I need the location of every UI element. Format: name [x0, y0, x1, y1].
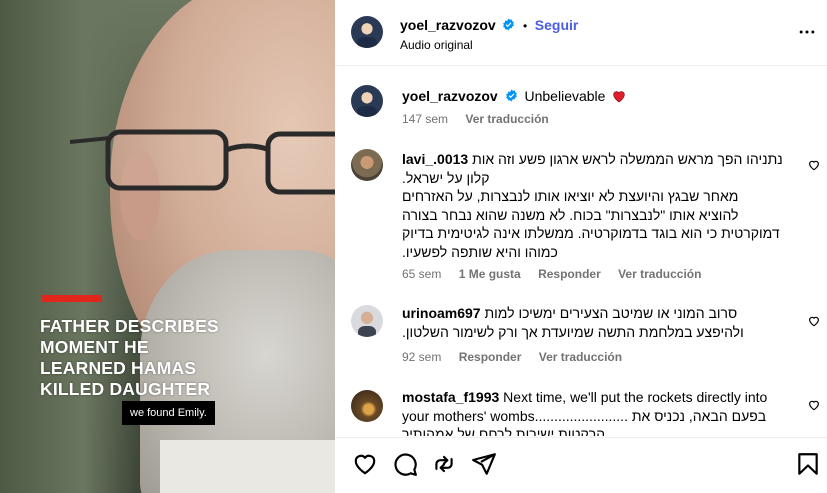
comment-line: סרוב המוני או שמיטב הצעירים ימשיכו למות	[484, 305, 738, 321]
header-separator: •	[522, 19, 528, 33]
glasses	[70, 129, 335, 195]
follow-button[interactable]: Seguir	[535, 17, 579, 33]
audio-label[interactable]: Audio original	[400, 38, 473, 52]
comment-like-icon[interactable]	[807, 314, 821, 328]
bookmark-icon[interactable]	[795, 451, 821, 477]
comment-line: להוציא אותו "לנבצרות" בכוח. לא משנה שהוא…	[402, 206, 739, 223]
red-heart-icon	[613, 91, 626, 103]
comment-time: 92 sem	[402, 350, 442, 364]
video-caption: we found Emily.	[122, 401, 215, 425]
comment-line: Next time, we'll put the rockets directl…	[503, 389, 768, 405]
headline-line: KILLED DAUGHTER	[40, 379, 211, 399]
post-action-bar	[335, 437, 827, 493]
comment-body: urinoam697 סרוב המוני או שמיטב הצעירים י…	[402, 304, 792, 341]
comment-line: הרקטות ישירות לרחם של אמהותיך	[402, 426, 606, 436]
post-header: yoel_razvozov • Seguir Audio original	[335, 0, 827, 66]
comment-like-icon[interactable]	[807, 398, 821, 412]
comment-item: urinoam697 סרוב המוני או שמיטב הצעירים י…	[335, 304, 827, 374]
reply-button[interactable]: Responder	[459, 350, 522, 364]
comment-body: mostafa_f1993 Next time, we'll put the r…	[402, 388, 792, 436]
comment-line: קלון על ישראל.	[402, 169, 490, 186]
more-horizontal-icon[interactable]	[797, 22, 817, 42]
reply-button[interactable]: Responder	[538, 267, 601, 281]
repost-icon[interactable]	[431, 451, 457, 477]
comment-meta: 65 sem 1 Me gusta Responder Ver traducci…	[402, 267, 715, 281]
caption-text: Unbelievable	[524, 88, 606, 104]
headline-line: MOMENT HE	[40, 337, 149, 357]
share-icon[interactable]	[471, 451, 497, 477]
author-username[interactable]: yoel_razvozov	[400, 17, 496, 33]
caption-meta: 147 sem Ver traducción	[402, 112, 563, 126]
comment-icon[interactable]	[392, 451, 418, 477]
comment-username[interactable]: urinoam697	[402, 305, 481, 321]
caption-author-avatar[interactable]	[351, 85, 383, 117]
comment-meta: 92 sem Responder Ver traducción	[402, 350, 636, 364]
post-panel: yoel_razvozov • Seguir Audio original yo…	[335, 0, 827, 493]
comment-avatar[interactable]	[351, 305, 383, 337]
translate-button[interactable]: Ver traducción	[618, 267, 701, 281]
comment-item: lavi_.0013 נתניהו הפך מראש הממשלה לראש א…	[335, 146, 827, 286]
comment-avatar[interactable]	[351, 390, 383, 422]
video-headline: FATHER DESCRIBES MOMENT HE LEARNED HAMAS…	[40, 316, 280, 400]
man-shirt	[160, 440, 335, 493]
comment-likes[interactable]: 1 Me gusta	[459, 267, 521, 281]
caption-time: 147 sem	[402, 112, 449, 126]
comment-line: כמוהו והיא שותפה לפשעיו.	[402, 243, 558, 260]
comment-item: mostafa_f1993 Next time, we'll put the r…	[335, 388, 827, 436]
heart-icon[interactable]	[352, 451, 378, 477]
comment-like-icon[interactable]	[807, 158, 821, 172]
comment-body: lavi_.0013 נתניהו הפך מראש הממשלה לראש א…	[402, 150, 792, 261]
headline-line: FATHER DESCRIBES	[40, 316, 219, 336]
comment-time: 65 sem	[402, 267, 442, 281]
verified-badge-icon	[505, 89, 517, 102]
comment-username[interactable]: mostafa_f1993	[402, 389, 499, 405]
comment-line: דמוקרטית כי הוא בוגד בדמוקרטיה. ממשלתו א…	[402, 225, 780, 241]
comments-list[interactable]: yoel_razvozov Unbelievable 147 sem Ver t…	[335, 66, 827, 436]
reel-video[interactable]: FATHER DESCRIBES MOMENT HE LEARNED HAMAS…	[0, 0, 335, 493]
author-avatar[interactable]	[351, 16, 383, 48]
caption-translate[interactable]: Ver traducción	[465, 112, 548, 126]
comment-username[interactable]: lavi_.0013	[402, 151, 468, 167]
translate-button[interactable]: Ver traducción	[539, 350, 622, 364]
verified-badge-icon	[503, 18, 515, 31]
comment-line: נתניהו הפך מראש הממשלה לראש ארגון פשע וז…	[472, 151, 783, 167]
comment-line: ולהיפצע במלחמת התשה שמיועדת אך ורק לשימו…	[402, 323, 744, 340]
headline-accent-bar	[42, 295, 102, 302]
comment-line: your mothers' wombs.....................…	[402, 407, 767, 424]
post-caption: yoel_razvozov Unbelievable 147 sem Ver t…	[335, 66, 827, 130]
caption-username[interactable]: yoel_razvozov	[402, 88, 498, 104]
comment-avatar[interactable]	[351, 149, 383, 181]
comment-line: מאחר שבגץ והיועצת לא יוציאו אותו לנבצרות…	[402, 188, 739, 204]
headline-line: LEARNED HAMAS	[40, 358, 197, 378]
